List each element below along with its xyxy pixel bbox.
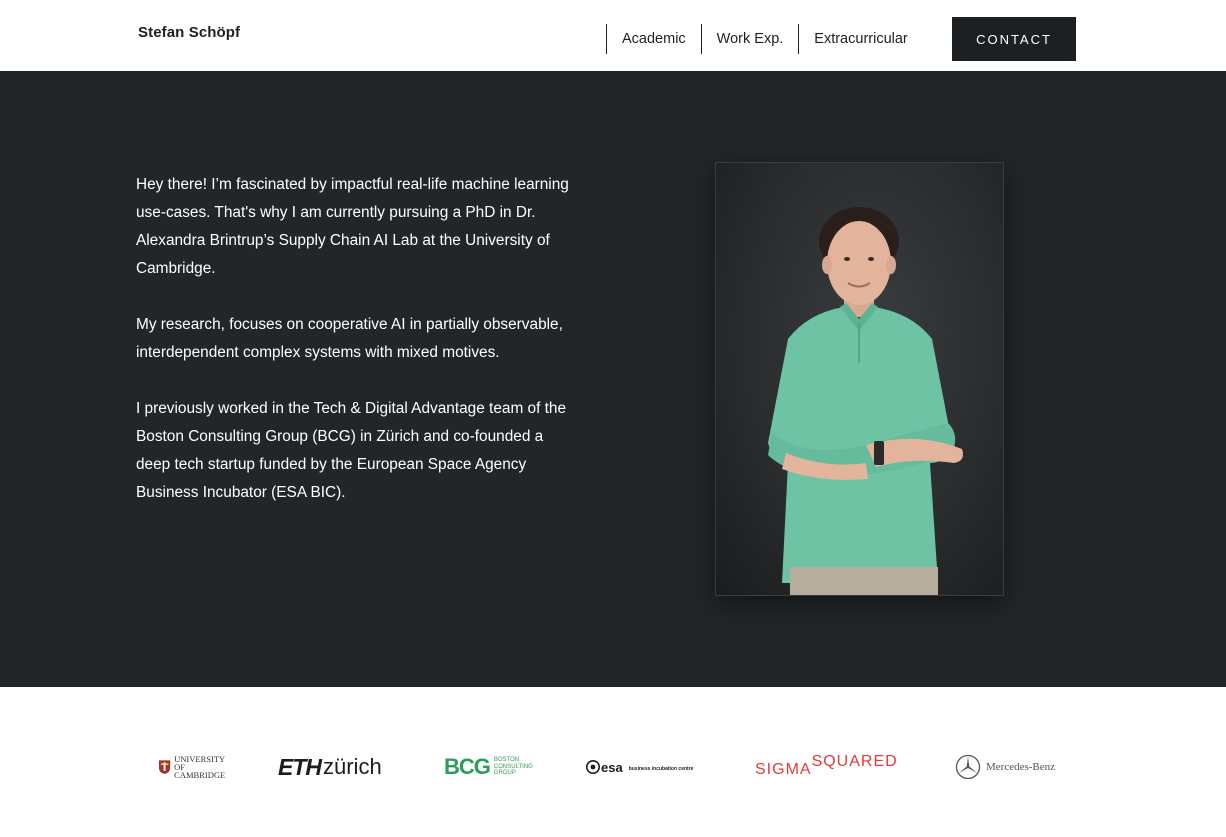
cambridge-line-1: UNIVERSITY OF [174, 754, 225, 772]
site-header: Stefan Schöpf Academic Work Exp. Extracu… [0, 0, 1226, 71]
site-brand[interactable]: Stefan Schöpf [138, 24, 240, 41]
nav-item-extracurricular[interactable]: Extracurricular [798, 24, 922, 54]
esa-mark-text: esa [601, 759, 623, 775]
contact-button[interactable]: CONTACT [952, 17, 1076, 61]
intro-paragraph-1: Hey there! I’m fascinated by impactful r… [136, 176, 569, 277]
mercedes-star-icon [955, 754, 981, 780]
logo-university-of-cambridge[interactable]: UNIVERSITY OF CAMBRIDGE [158, 753, 234, 781]
esa-globe-icon [586, 760, 600, 774]
profile-photo [715, 162, 1004, 596]
nav-item-academic[interactable]: Academic [606, 24, 701, 54]
eth-light-text: zürich [323, 754, 382, 779]
main-nav: Academic Work Exp. Extracurricular [606, 24, 923, 54]
logo-esa-bic[interactable]: esa business incubation centre [586, 753, 698, 781]
logo-mercedes-benz[interactable]: Mercedes-Benz [955, 753, 1059, 781]
eth-bold-text: ETH [278, 753, 322, 780]
bcg-mark-text: BCG [444, 754, 491, 779]
logo-bcg[interactable]: BCG BOSTON CONSULTING GROUP [444, 753, 538, 781]
sigma-left-text: SIGMA [755, 761, 812, 778]
affiliations-logos: UNIVERSITY OF CAMBRIDGE ETH zürich BCG B… [0, 687, 1226, 837]
hero-section: Hey there! I’m fascinated by impactful r… [0, 71, 1226, 687]
esa-tagline: business incubation centre [628, 766, 694, 772]
logo-eth-zurich[interactable]: ETH zürich [278, 753, 398, 781]
intro-paragraph-2: My research, focuses on cooperative AI i… [136, 316, 563, 361]
intro-text: Hey there! I’m fascinated by impactful r… [136, 171, 576, 535]
sigma-right-text: SQUARED [811, 753, 898, 770]
logo-sigma-squared[interactable]: SIGMA SQUARED [755, 753, 915, 781]
nav-item-work-exp[interactable]: Work Exp. [700, 24, 799, 54]
cambridge-shield-icon [158, 760, 171, 775]
portrait-illustration [768, 207, 963, 595]
mercedes-text: Mercedes-Benz [986, 761, 1056, 773]
cambridge-line-2: CAMBRIDGE [174, 770, 226, 780]
bcg-line-3: GROUP [493, 770, 516, 777]
intro-paragraph-3: I previously worked in the Tech & Digita… [136, 400, 567, 501]
